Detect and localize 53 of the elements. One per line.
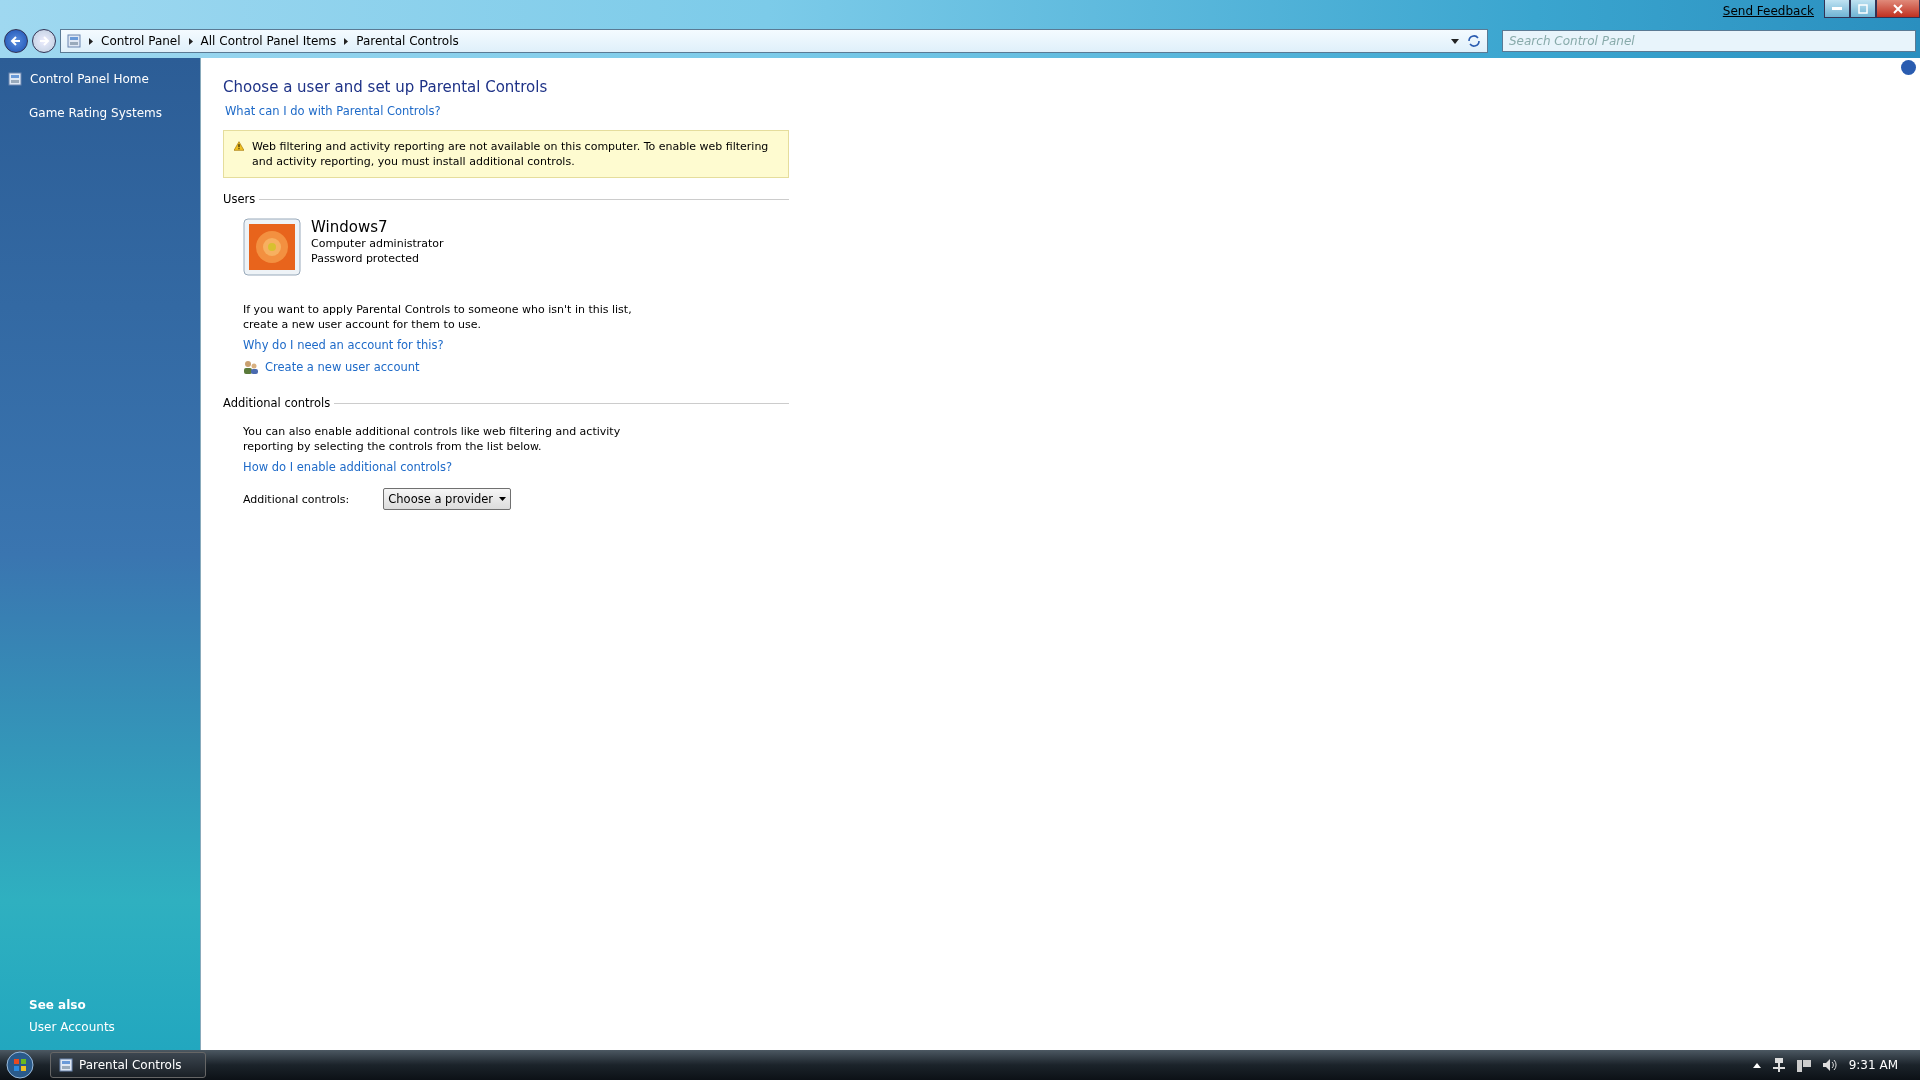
control-panel-icon (8, 72, 22, 86)
speaker-icon[interactable] (1822, 1059, 1837, 1071)
info-text: You can also enable additional controls like web filtering and activity reporting by selecting the controls from the list below. (243, 424, 622, 454)
computer-icon[interactable] (1796, 1058, 1811, 1072)
help-link[interactable]: What can I do with Parental Controls? (223, 104, 789, 118)
chevron-icon (188, 37, 193, 45)
control-panel-icon (67, 34, 81, 48)
see-also-heading: See also (28, 998, 87, 1012)
user-password-status: Password protected (311, 251, 421, 266)
provider-dropdown[interactable]: Choose a provider (383, 488, 512, 510)
caret-icon (499, 497, 507, 501)
info-text: If you want to apply Parental Controls to someone who isn't in this list, create a new user account for them to use. (243, 302, 633, 332)
page-title: Choose a user and set up Parental Controls (223, 78, 549, 96)
minimize-button[interactable] (1824, 0, 1850, 18)
control-panel-icon (59, 1058, 73, 1072)
dropdown-arrow-icon[interactable] (1451, 38, 1459, 44)
user-name[interactable]: Windows7 (311, 218, 444, 236)
back-arrow-icon (10, 35, 22, 47)
refresh-icon[interactable] (1467, 35, 1481, 47)
chevron-icon (89, 37, 93, 45)
chevron-icon (344, 37, 349, 45)
address-bar[interactable]: Control Panel All Control Panel Items Parental Controls (60, 29, 1488, 53)
forward-arrow-icon (38, 35, 50, 47)
help-link[interactable]: How do I enable additional controls? (243, 460, 453, 474)
taskbar-button[interactable]: Parental Controls (50, 1052, 206, 1078)
search-field[interactable]: Search Control Panel (1502, 30, 1916, 52)
sidebar-link[interactable]: Control Panel Home (0, 72, 200, 86)
send-feedback-link[interactable]: Send Feedback (1722, 4, 1814, 18)
section-heading: Additional controls (223, 396, 331, 410)
forward-button[interactable] (32, 29, 56, 53)
section-heading: Users (223, 192, 256, 206)
back-button[interactable] (4, 29, 28, 53)
breadcrumb-item[interactable]: Parental Controls (356, 34, 459, 48)
breadcrumb-item[interactable]: All Control Panel Items (200, 34, 337, 48)
restore-button[interactable] (1850, 0, 1876, 18)
sidebar-link[interactable]: Game Rating Systems (0, 106, 200, 120)
help-icon[interactable] (1901, 60, 1916, 75)
clock[interactable]: 9:31 AM (1848, 1058, 1898, 1072)
close-icon (1893, 3, 1903, 14)
close-button[interactable] (1876, 0, 1920, 18)
warning-icon (234, 139, 244, 153)
tray-arrow-icon[interactable] (1752, 1062, 1761, 1068)
user-role: Computer administrator (311, 236, 444, 251)
network-icon[interactable] (1772, 1058, 1785, 1072)
create-account-link[interactable]: Create a new user account (265, 360, 420, 374)
warning-text: Web filtering and activity reporting are not available on this computer. To enable web filtering and activity reporting, you must install additional controls. (252, 139, 770, 169)
breadcrumb-item[interactable]: Control Panel (101, 34, 181, 48)
field-label: Additional controls: (243, 491, 350, 507)
user-avatar[interactable] (243, 218, 301, 276)
users-icon (243, 360, 259, 374)
help-link[interactable]: Why do I need an account for this? (243, 338, 444, 352)
restore-icon (1858, 3, 1868, 14)
minimize-icon (1832, 7, 1842, 10)
